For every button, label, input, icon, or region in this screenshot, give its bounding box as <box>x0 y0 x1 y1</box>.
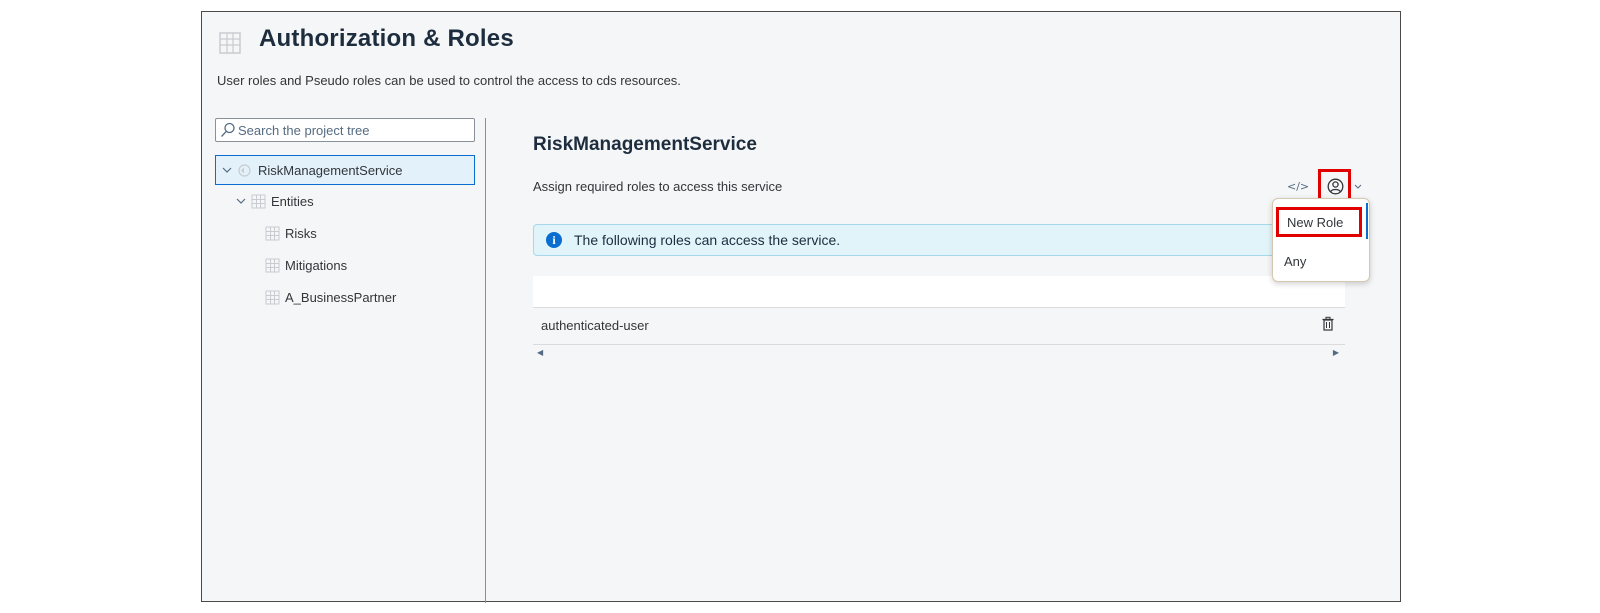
panel-divider[interactable] <box>485 118 486 603</box>
search-icon <box>221 122 235 137</box>
table-icon <box>219 32 241 54</box>
code-view-icon[interactable]: </> <box>1287 177 1309 197</box>
chevron-down-icon[interactable] <box>235 195 247 207</box>
tree-item-entities[interactable]: Entities <box>215 187 475 217</box>
table-icon <box>265 226 280 241</box>
tree-item-mitigations[interactable]: Mitigations <box>215 251 475 281</box>
scroll-left-icon[interactable]: ◀ <box>537 348 543 357</box>
chevron-down-icon[interactable] <box>1354 182 1362 190</box>
tree-item-label: Mitigations <box>285 258 348 273</box>
table-row[interactable]: authenticated-user <box>533 308 1345 345</box>
app-frame: Authorization & Roles User roles and Pse… <box>201 11 1401 603</box>
roles-table-header <box>533 276 1345 308</box>
delete-icon[interactable] <box>1321 316 1335 332</box>
info-icon: i <box>546 232 562 248</box>
tree-item-service[interactable]: RiskManagementService <box>215 155 475 185</box>
tree-item-label: Entities <box>271 194 314 209</box>
tree-item-label: RiskManagementService <box>258 163 403 178</box>
tree-item-a-businesspartner[interactable]: A_BusinessPartner <box>215 283 475 313</box>
add-role-button[interactable] <box>1318 169 1351 201</box>
service-subtitle: Assign required roles to access this ser… <box>533 179 783 194</box>
tree-item-label: A_BusinessPartner <box>285 290 397 305</box>
user-circle-icon <box>1327 178 1344 195</box>
horizontal-scrollbar[interactable]: ◀ ▶ <box>533 346 1345 358</box>
search-field[interactable] <box>215 118 475 142</box>
chevron-down-icon[interactable] <box>221 164 233 176</box>
service-icon <box>238 164 251 177</box>
info-message-strip: i The following roles can access the ser… <box>533 224 1345 256</box>
add-role-menu: New Role Any <box>1272 198 1370 282</box>
role-name: authenticated-user <box>541 318 649 333</box>
menu-item-any[interactable]: Any <box>1284 254 1306 269</box>
focus-indicator <box>1366 203 1368 239</box>
table-icon <box>265 258 280 273</box>
table-icon <box>251 194 266 209</box>
menu-item-new-role[interactable]: New Role <box>1276 207 1362 237</box>
scroll-right-icon[interactable]: ▶ <box>1333 348 1339 357</box>
page-subtitle: User roles and Pseudo roles can be used … <box>217 73 681 88</box>
search-input[interactable] <box>238 121 468 139</box>
tree-item-label: Risks <box>285 226 317 241</box>
tree-item-risks[interactable]: Risks <box>215 219 475 249</box>
service-title: RiskManagementService <box>533 134 757 155</box>
info-message-text: The following roles can access the servi… <box>574 232 841 248</box>
table-icon <box>265 290 280 305</box>
page-title: Authorization & Roles <box>259 25 514 52</box>
